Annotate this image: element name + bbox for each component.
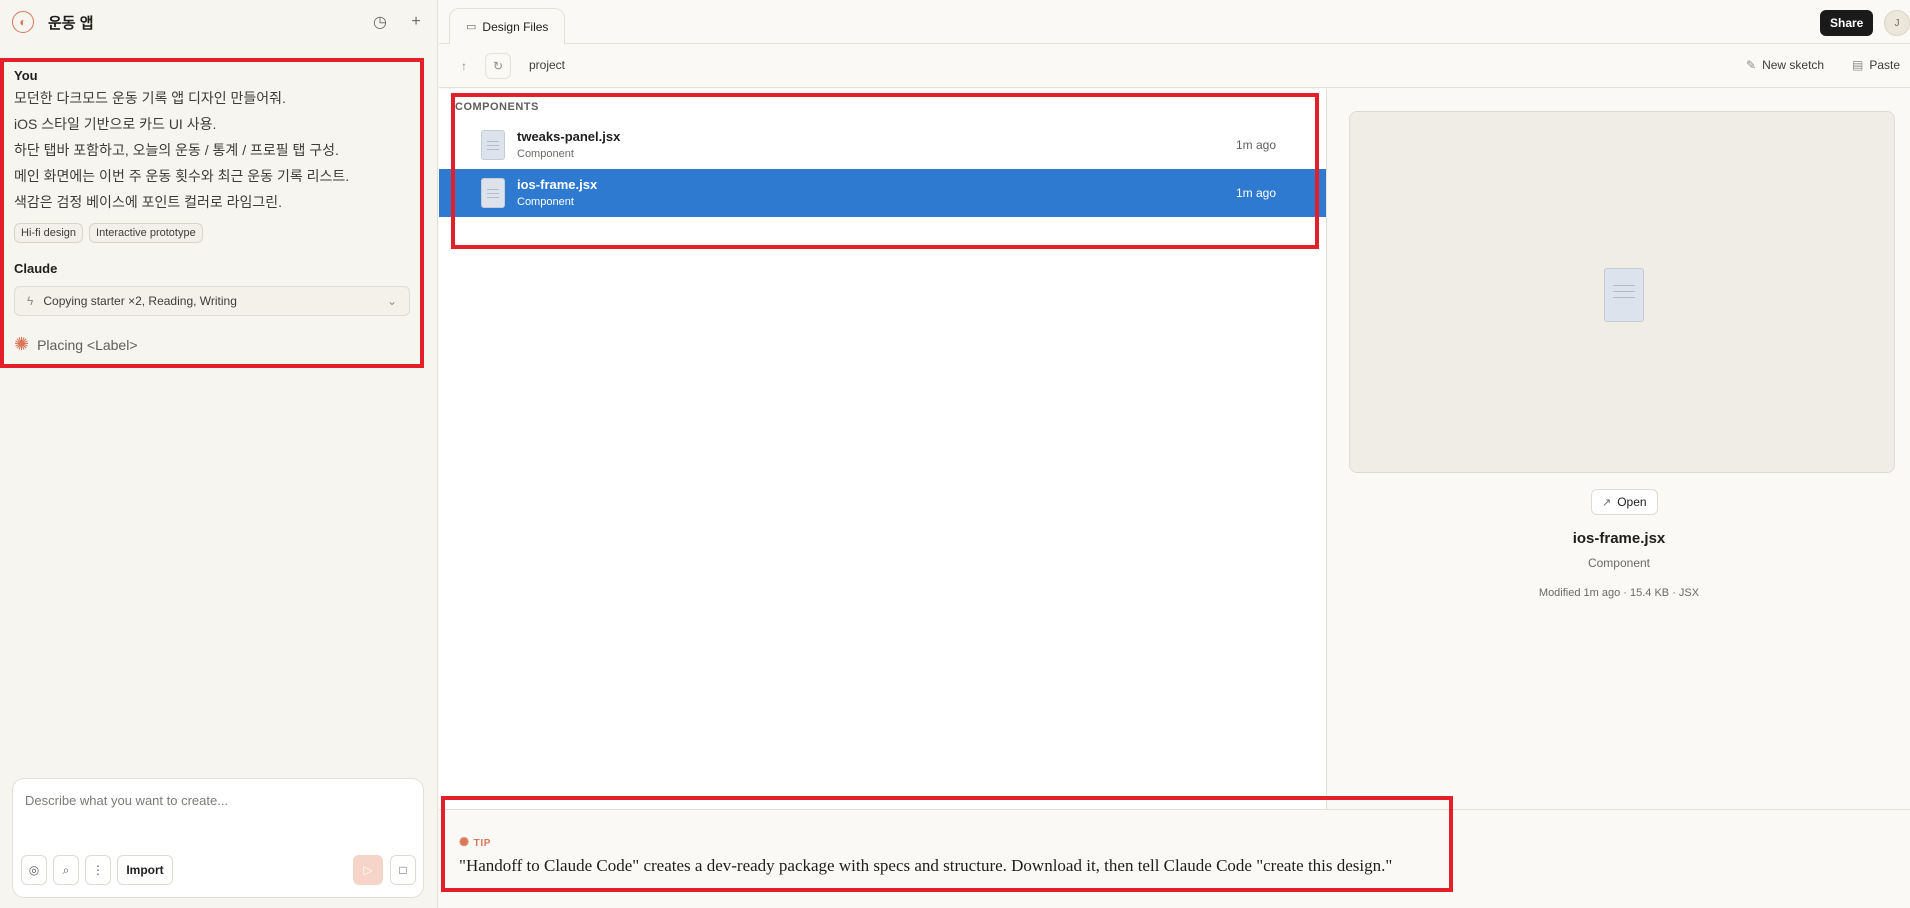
activity-summary[interactable]: ϟ Copying starter ×2, Reading, Writing ⌄	[14, 286, 410, 316]
bolt-icon: ϟ	[27, 294, 34, 308]
send-icon[interactable]: ▷	[353, 855, 383, 885]
open-label: Open	[1617, 495, 1647, 509]
user-message-line: 하단 탭바 포함하고, 오늘의 운동 / 통계 / 프로필 탭 구성.	[14, 142, 339, 158]
assistant-label: Claude	[14, 261, 58, 276]
tab-design-files[interactable]: ▭ Design Files	[449, 8, 566, 44]
chip-hifi-design: Hi-fi design	[14, 223, 84, 243]
tab-bar: ▭ Design Files Share J	[439, 0, 1910, 44]
new-chat-icon[interactable]: +	[406, 13, 426, 31]
clipboard-icon: ▤	[1852, 58, 1864, 72]
import-button[interactable]: Import	[117, 855, 173, 885]
paste-label: Paste	[1869, 58, 1901, 72]
breadcrumb[interactable]: project	[529, 58, 565, 72]
stop-icon[interactable]: □	[390, 855, 416, 885]
settings-icon[interactable]: ◎	[21, 855, 47, 885]
file-list: COMPONENTS tweaks-panel.jsx Component 1m…	[439, 89, 1326, 809]
chat-transcript: You 모던한 다크모드 운동 기록 앱 디자인 만들어줘. iOS 스타일 기…	[0, 58, 424, 368]
user-message-line: 모던한 다크모드 운동 기록 앱 디자인 만들어줘.	[14, 90, 286, 106]
history-icon[interactable]: ◷	[370, 12, 390, 32]
preview-thumbnail	[1349, 111, 1895, 473]
attach-icon[interactable]: ⌕	[53, 855, 79, 885]
new-sketch-button[interactable]: ✎ New sketch	[1746, 58, 1824, 72]
spark-icon: ✺	[14, 334, 30, 354]
file-preview: ↗ Open ios-frame.jsx Component Modified …	[1326, 89, 1910, 809]
status-text: Placing <Label>	[37, 336, 138, 353]
chat-sidebar: ◐ 운동 앱 ◷ + You 모던한 다크모드 운동 기록 앱 디자인 만들어줘…	[0, 0, 438, 908]
chevron-down-icon: ⌄	[386, 294, 397, 308]
avatar[interactable]: J	[1884, 10, 1910, 36]
composer: ◎ ⌕ ⋮ Import ▷ □	[12, 778, 424, 898]
voice-icon[interactable]: ⋮	[85, 855, 111, 885]
activity-text: Copying starter ×2, Reading, Writing	[43, 294, 237, 308]
prompt-input[interactable]	[25, 793, 405, 808]
tip-banner: ✺ TIP "Handoff to Claude Code" creates a …	[439, 796, 1910, 908]
message-chips: Hi-fi design Interactive prototype	[14, 223, 410, 243]
share-button[interactable]: Share	[1820, 10, 1874, 36]
new-sketch-label: New sketch	[1762, 58, 1825, 72]
preview-file-type: Component	[1587, 556, 1651, 570]
chip-interactive-prototype: Interactive prototype	[89, 223, 203, 243]
sidebar-header: ◐ 운동 앱 ◷ +	[0, 0, 438, 44]
user-label: You	[14, 68, 38, 83]
folder-icon: ▭	[466, 21, 477, 33]
user-message-line: 색감은 검정 베이스에 포인트 컬러로 라임그린.	[14, 194, 283, 210]
pencil-icon: ✎	[1746, 58, 1757, 72]
project-title: 운동 앱	[48, 14, 94, 32]
app-window: ◐ 운동 앱 ◷ + You 모던한 다크모드 운동 기록 앱 디자인 만들어줘…	[0, 0, 1910, 908]
preview-file-meta: Modified 1m ago · 15.4 KB · JSX	[1538, 587, 1700, 599]
external-link-icon: ↗	[1602, 496, 1612, 509]
file-icon	[1604, 268, 1644, 322]
refresh-icon[interactable]: ↻	[485, 53, 511, 79]
highlight-box	[451, 93, 1319, 249]
status-line: ✺ Placing <Label>	[14, 334, 410, 355]
paste-button[interactable]: ▤ Paste	[1852, 58, 1900, 72]
palette-icon[interactable]: ◐	[12, 11, 34, 33]
user-message-line: iOS 스타일 기반으로 카드 UI 사용.	[14, 116, 217, 132]
file-toolbar: ↑ ↻ project ✎ New sketch ▤ Paste	[439, 44, 1910, 88]
up-arrow-icon[interactable]: ↑	[451, 53, 477, 79]
highlight-box	[441, 796, 1453, 892]
open-button[interactable]: ↗ Open	[1591, 489, 1658, 515]
preview-file-name: ios-frame.jsx	[1572, 530, 1666, 547]
user-message-line: 메인 화면에는 이번 주 운동 횟수와 최근 운동 기록 리스트.	[14, 168, 350, 184]
tab-label: Design Files	[482, 19, 549, 34]
